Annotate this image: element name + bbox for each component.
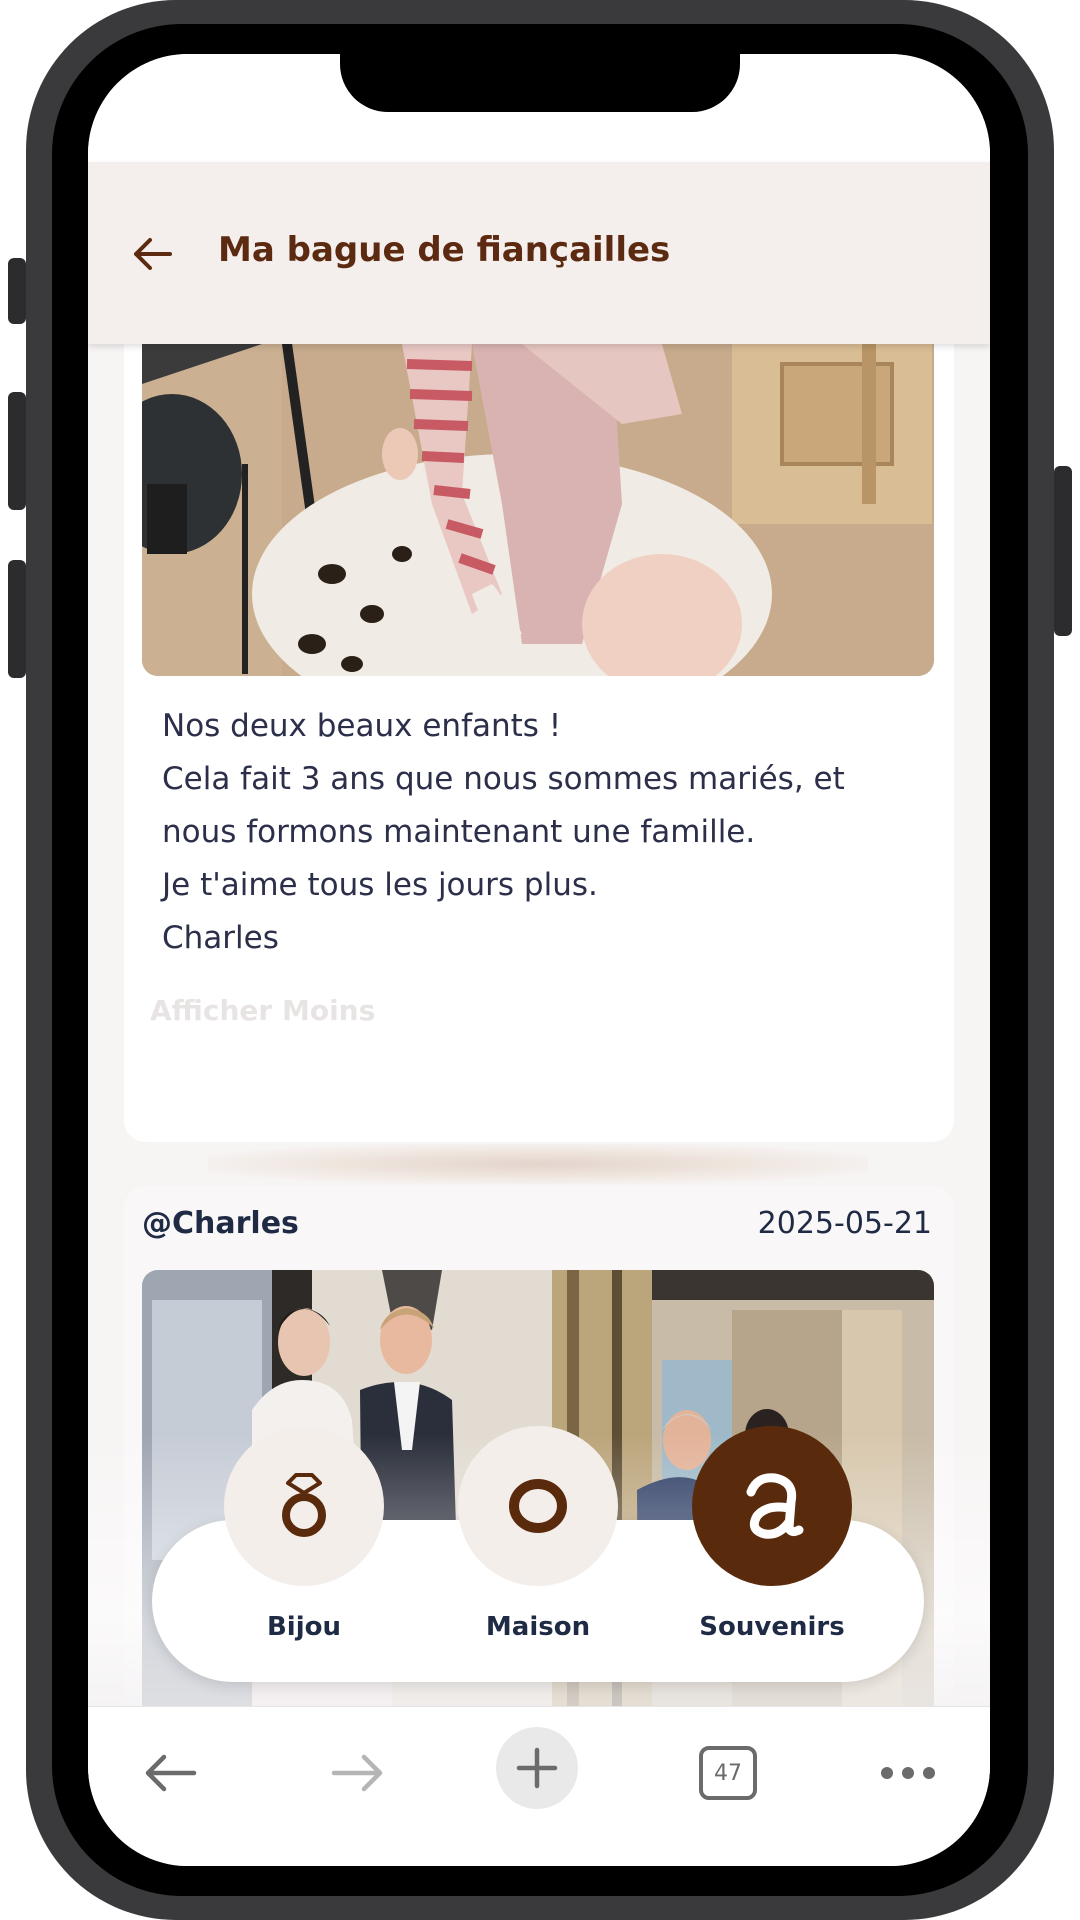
- memory-card: Nos deux beaux enfants ! Cela fait 3 ans…: [124, 344, 954, 1142]
- browser-toolbar: 47: [88, 1706, 990, 1866]
- caption-line: Je t'aime tous les jours plus.: [162, 867, 598, 903]
- volume-up-button: [8, 392, 26, 510]
- tab-souvenirs[interactable]: Souvenirs: [692, 1426, 852, 1646]
- new-tab-plus-icon[interactable]: [496, 1727, 578, 1809]
- post-photo-family: [142, 344, 934, 676]
- caption-line: Nos deux beaux enfants !: [162, 708, 562, 744]
- ring-icon: [282, 1473, 326, 1537]
- post-author[interactable]: @Charles: [142, 1206, 299, 1241]
- caption-line: nous formons maintenant une famille.: [162, 814, 756, 850]
- bottom-tab-bar: Bijou Maison Souvenirs: [152, 1426, 924, 1682]
- show-less-link[interactable]: Afficher Moins: [150, 994, 375, 1027]
- browser-forward-icon[interactable]: [318, 1733, 398, 1813]
- notch: [340, 54, 740, 112]
- browser-back-icon[interactable]: [130, 1733, 210, 1813]
- tab-label: Souvenirs: [699, 1612, 845, 1642]
- tab-bijou[interactable]: Bijou: [224, 1426, 384, 1646]
- tab-icon-circle: [458, 1426, 618, 1586]
- house-icon: [509, 1479, 567, 1533]
- volume-down-button: [8, 560, 26, 678]
- background-decoration: [208, 1144, 868, 1184]
- caption-line: Charles: [162, 920, 279, 956]
- tab-maison[interactable]: Maison: [458, 1426, 618, 1646]
- more-menu-icon[interactable]: [868, 1733, 948, 1813]
- app-header: Ma bague de fiançailles: [88, 162, 990, 344]
- souvenirs-icon: [746, 1473, 804, 1539]
- caption-line: Cela fait 3 ans que nous sommes mariés, …: [162, 761, 845, 797]
- tab-count-badge: 47: [699, 1746, 757, 1800]
- post-date: 2025-05-21: [757, 1206, 932, 1241]
- post-caption: Nos deux beaux enfants ! Cela fait 3 ans…: [162, 700, 922, 965]
- phone-screen: Ma bague de fiançailles Nos deux beaux e…: [88, 54, 990, 1866]
- tab-icon-circle: [224, 1426, 384, 1586]
- tab-icon-circle: [692, 1426, 852, 1586]
- tab-switcher-button[interactable]: 47: [698, 1733, 758, 1813]
- power-button: [1054, 466, 1072, 636]
- tab-label: Bijou: [266, 1612, 341, 1642]
- back-arrow-icon[interactable]: [130, 232, 174, 276]
- mute-switch: [8, 258, 26, 324]
- tab-label: Maison: [485, 1612, 591, 1642]
- page-title: Ma bague de fiançailles: [218, 230, 671, 270]
